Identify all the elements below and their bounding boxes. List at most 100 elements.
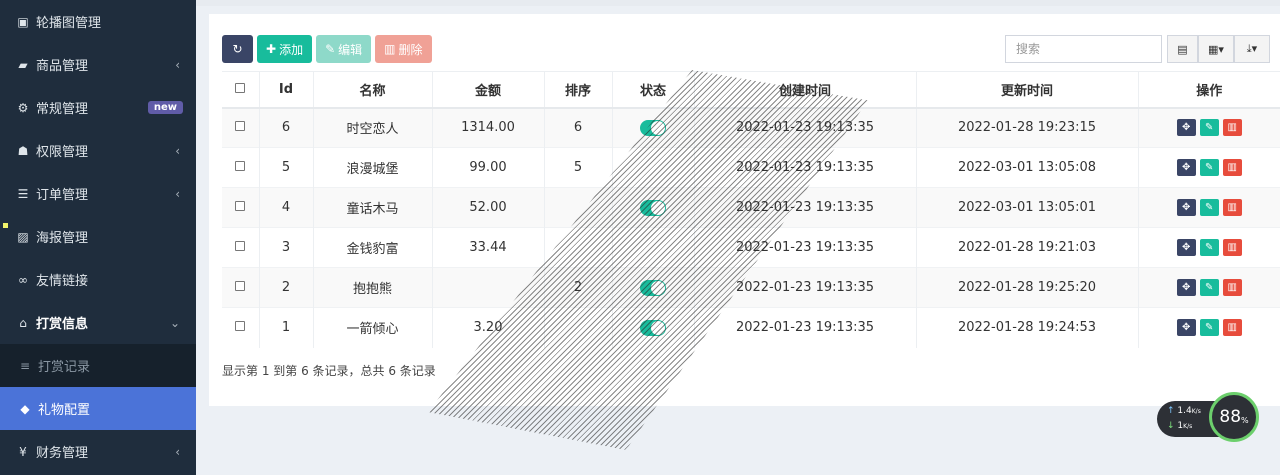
row-delete-button[interactable]: ▥ — [1222, 279, 1242, 296]
download-icon: ⤓▾ — [1246, 42, 1258, 55]
delete-button[interactable]: ▥ 删除 — [375, 35, 432, 63]
cell-created: 2022-01-23 19:13:35 — [694, 107, 917, 148]
row-select-cell — [222, 307, 260, 348]
col-header-status[interactable]: 状态 — [612, 71, 695, 109]
sidebar-item-label: 打赏信息 — [36, 317, 89, 332]
row-delete-button[interactable]: ▥ — [1222, 239, 1242, 256]
drag-sort-button[interactable]: ✥ — [1176, 319, 1196, 337]
sidebar-item-label: 礼物配置 — [38, 403, 91, 418]
col-header-created[interactable]: 创建时间 — [694, 71, 917, 109]
row-edit-button[interactable]: ✎ — [1199, 119, 1219, 137]
drag-sort-button[interactable]: ✥ — [1176, 119, 1196, 137]
sidebar-item-label: 财务管理 — [36, 446, 89, 461]
row-checkbox[interactable] — [235, 321, 246, 332]
sidebar-item-permission[interactable]: ☗ 权限管理 ‹ — [0, 129, 196, 172]
row-edit-button[interactable]: ✎ — [1199, 279, 1219, 296]
table-row[interactable]: 1 一箭倾心 3.20 2022-01-23 19:13:35 2022-01-28 1… — [222, 307, 1280, 348]
drag-sort-button[interactable]: ✥ — [1176, 239, 1196, 256]
status-toggle[interactable] — [640, 119, 666, 136]
row-edit-button[interactable]: ✎ — [1199, 159, 1219, 176]
sidebar-item-label: 商品管理 — [36, 59, 89, 74]
sidebar-item-goods[interactable]: ▰ 商品管理 ‹ — [0, 43, 196, 86]
row-delete-button[interactable]: ▥ — [1222, 159, 1242, 176]
list-icon: ☰ — [17, 186, 29, 201]
drag-sort-button[interactable]: ✥ — [1176, 279, 1196, 296]
cell-sort: 6 — [544, 107, 613, 148]
status-toggle[interactable] — [640, 279, 666, 296]
usage-gauge[interactable]: 88% — [1209, 392, 1259, 442]
cell-sort — [544, 227, 613, 268]
sidebar-item-finance[interactable]: ¥ 财务管理 ‹ — [0, 430, 196, 473]
cell-status — [612, 307, 695, 348]
row-edit-button[interactable]: ✎ — [1199, 239, 1219, 256]
sidebar-item-links[interactable]: ∞ 友情链接 — [0, 258, 196, 301]
table-row[interactable]: 3 金钱豹富 33.44 2022-01-23 19:13:35 2022-01-28 … — [222, 227, 1280, 268]
columns-button[interactable]: ▦▾ — [1198, 35, 1234, 63]
cell-id: 1 — [259, 307, 314, 348]
cell-actions: ✥ ✎ ▥ — [1138, 227, 1280, 268]
sidebar-item-reward-info[interactable]: ⌂ 打赏信息 ⌄ — [0, 301, 196, 344]
row-delete-button[interactable]: ▥ — [1222, 119, 1242, 137]
table-row[interactable]: 4 童话木马 52.00 2022-01-23 19:13:35 2022-03-01 … — [222, 187, 1280, 228]
cell-sort — [544, 187, 613, 228]
refresh-icon: ↻ — [232, 42, 243, 56]
row-edit-button[interactable]: ✎ — [1199, 199, 1219, 216]
search-input[interactable]: 搜索 — [1005, 35, 1162, 63]
refresh-button[interactable]: ↻ — [222, 35, 253, 63]
plus-icon: ✚ — [266, 42, 277, 56]
toggle-view-button[interactable]: ▤ — [1167, 35, 1198, 63]
table-row[interactable]: 6 时空恋人 1314.00 6 2022-01-23 19:13:35 2022-01-… — [222, 107, 1280, 148]
select-all-cell — [222, 71, 260, 109]
sidebar-item-general[interactable]: ⚙ 常规管理 new — [0, 86, 196, 129]
cell-sort: 5 — [544, 147, 613, 188]
sidebar-item-label: 订单管理 — [36, 188, 89, 203]
toolbar: ↻ ✚ 添加 ✎ 编辑 ▥ 删除 — [222, 35, 432, 63]
delete-label: 删除 — [398, 42, 423, 57]
table-row[interactable]: 2 抱抱熊 2 2022-01-23 19:13:35 2022-01-28 19:25… — [222, 267, 1280, 308]
row-checkbox[interactable] — [235, 161, 246, 171]
sidebar-item-gift-config[interactable]: ◆ 礼物配置 — [0, 387, 196, 430]
sidebar-item-banner[interactable]: ▣ 轮播图管理 — [0, 0, 196, 43]
table-row[interactable]: 5 浪漫城堡 99.00 5 2022-01-23 19:13:35 2022-03-01… — [222, 147, 1280, 188]
sidebar-item-reward-records[interactable]: ≡ 打赏记录 — [0, 344, 196, 387]
drag-sort-button[interactable]: ✥ — [1176, 199, 1196, 216]
col-header-updated[interactable]: 更新时间 — [916, 71, 1139, 109]
select-all-checkbox[interactable] — [235, 82, 246, 93]
add-button[interactable]: ✚ 添加 — [257, 35, 313, 63]
row-delete-button[interactable]: ▥ — [1222, 319, 1242, 337]
trash-icon: ▥ — [384, 42, 396, 56]
sidebar-item-label: 轮播图管理 — [36, 16, 102, 31]
status-toggle[interactable] — [640, 319, 666, 336]
upload-speed: ↑ 1.4K/s — [1167, 406, 1201, 416]
row-delete-button[interactable]: ▥ — [1222, 199, 1242, 216]
row-checkbox[interactable] — [235, 241, 246, 251]
edit-button[interactable]: ✎ 编辑 — [316, 35, 372, 63]
status-toggle[interactable] — [640, 199, 666, 216]
add-label: 添加 — [279, 42, 304, 57]
col-header-id[interactable]: Id — [259, 71, 314, 109]
row-checkbox[interactable] — [235, 281, 246, 291]
drag-sort-button[interactable]: ✥ — [1176, 159, 1196, 176]
col-header-sort[interactable]: 排序 — [544, 71, 613, 109]
row-edit-button[interactable]: ✎ — [1199, 319, 1219, 337]
row-checkbox[interactable] — [235, 201, 246, 211]
chevron-left-icon: ‹ — [175, 57, 180, 72]
top-strip — [196, 0, 1280, 6]
col-header-name[interactable]: 名称 — [313, 71, 433, 109]
chevron-down-icon: ⌄ — [169, 315, 180, 330]
cell-id: 3 — [259, 227, 314, 268]
cell-sort: 2 — [544, 267, 613, 308]
row-checkbox[interactable] — [235, 121, 246, 132]
cell-status — [612, 147, 695, 188]
cell-name: 一箭倾心 — [313, 307, 433, 348]
sidebar-item-posters[interactable]: ▨ 海报管理 — [0, 215, 196, 258]
export-button[interactable]: ⤓▾ — [1234, 35, 1270, 63]
cell-id: 4 — [259, 187, 314, 228]
users-icon: ☗ — [17, 143, 29, 158]
cell-sort — [544, 307, 613, 348]
col-header-amount[interactable]: 金额 — [432, 71, 545, 109]
cell-status — [612, 227, 695, 268]
cell-updated: 2022-01-28 19:25:20 — [916, 267, 1139, 308]
sidebar-item-orders[interactable]: ☰ 订单管理 ‹ — [0, 172, 196, 215]
chevron-left-icon: ‹ — [175, 143, 180, 158]
